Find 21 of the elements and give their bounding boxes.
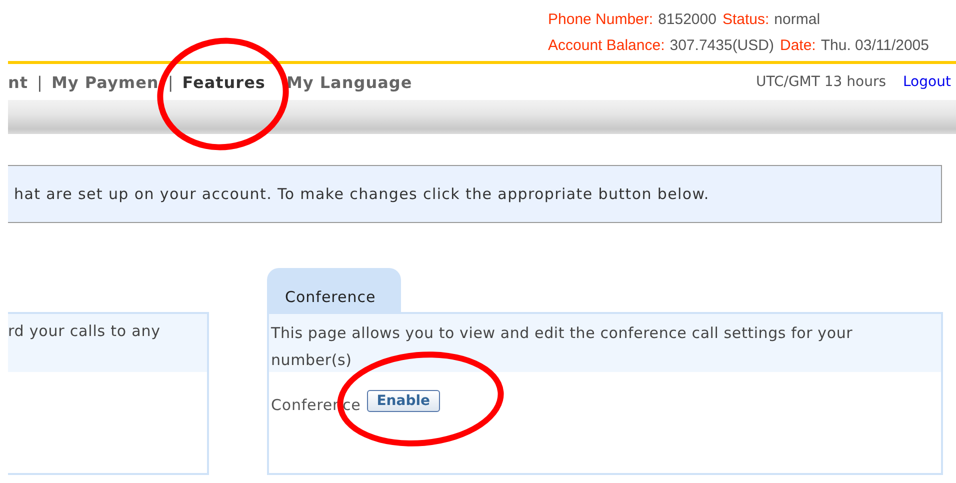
nav-link[interactable]: My Language bbox=[286, 72, 412, 92]
field-label: Date: bbox=[780, 37, 816, 54]
panel-description: rd your calls to any bbox=[8, 321, 162, 340]
field-label: Phone Number: bbox=[548, 10, 654, 28]
field-label: Account Balance: bbox=[548, 37, 665, 54]
nav-link[interactable]: My Paymen bbox=[51, 72, 159, 92]
nav-link[interactable]: nt bbox=[8, 72, 28, 92]
field-value: normal bbox=[774, 10, 820, 28]
nav-separator: | bbox=[37, 72, 42, 92]
info-message: hat are set up on your account. To make changes click the appropriate button below. bbox=[8, 165, 942, 223]
enable-button[interactable]: Enable bbox=[366, 390, 440, 412]
field-value: 307.7435(USD) bbox=[670, 37, 774, 54]
logout-link[interactable]: Logout bbox=[903, 74, 956, 90]
timezone-text: UTC/GMT 13 hours bbox=[756, 74, 886, 90]
field-label: Status: bbox=[722, 10, 770, 28]
nav-separator: | bbox=[168, 72, 174, 92]
panel-description: This page allows you to view and edit the conference call settings for your number(s) bbox=[270, 323, 854, 371]
field-value: 8152000 bbox=[658, 10, 716, 28]
field-value: Thu. 03/11/2005 bbox=[820, 37, 929, 54]
panel-tab[interactable]: Conference bbox=[267, 268, 401, 312]
nav-link[interactable]: Features bbox=[182, 72, 266, 92]
